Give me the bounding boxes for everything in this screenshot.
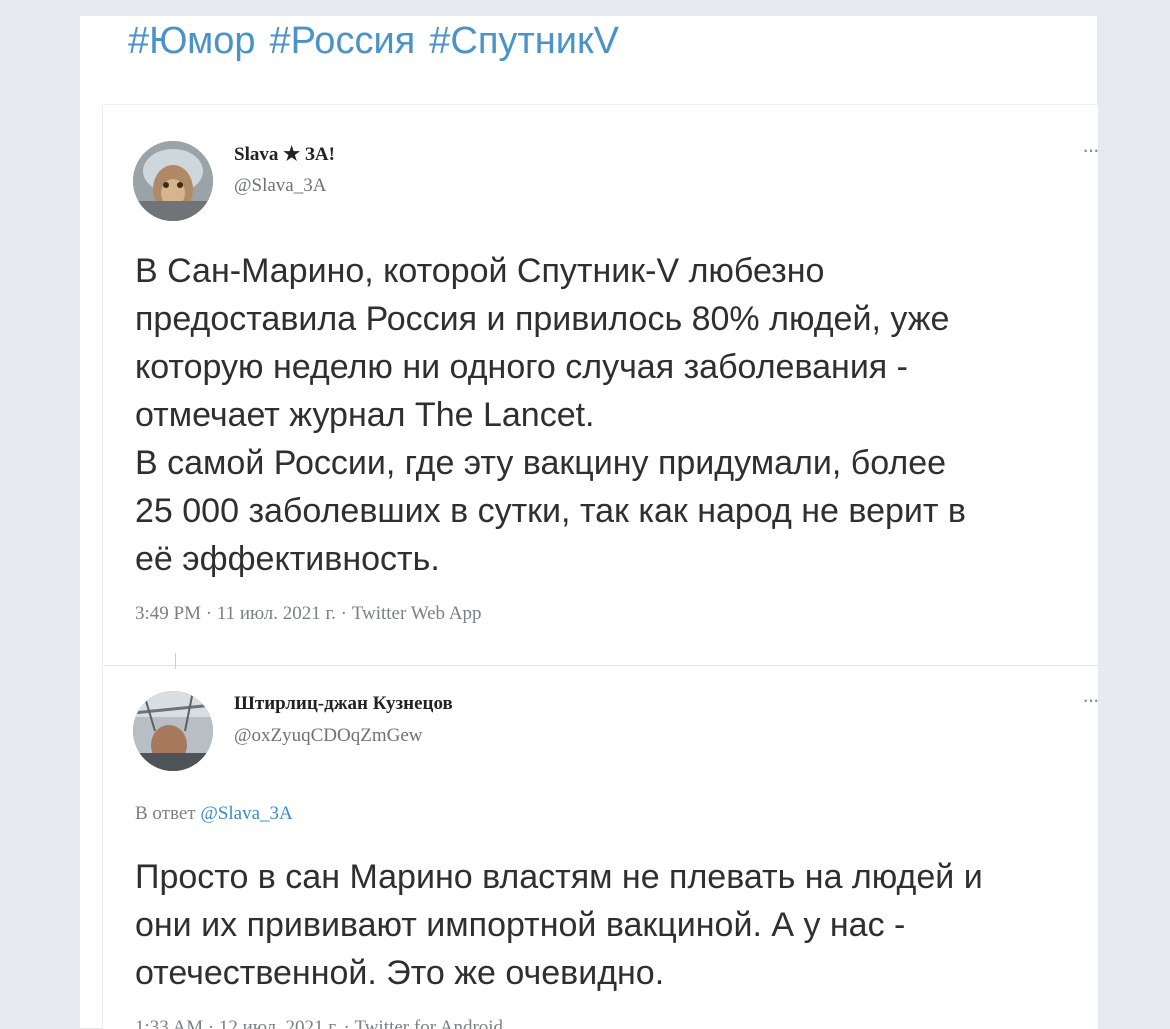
hashtag-russia[interactable]: #Россия bbox=[270, 20, 416, 62]
hashtag-line: #Юмор #Россия #СпутникV bbox=[128, 20, 633, 63]
telegram-post-card: #Юмор #Россия #СпутникV Slava ★ ЗА! @Slava… bbox=[80, 16, 1098, 1029]
display-name[interactable]: Штирлиц-джан Кузнецов bbox=[234, 693, 453, 715]
tweet-timestamp: 1:33 AM · 12 июл. 2021 г. · Twitter for … bbox=[135, 1017, 504, 1029]
tweet-reply: Штирлиц-джан Кузнецов @oxZyuqCDOqZmGew ·… bbox=[103, 665, 1098, 1029]
tweet-timestamp: 3:49 PM · 11 июл. 2021 г. · Twitter Web … bbox=[135, 603, 482, 624]
more-options-icon[interactable]: ··· bbox=[1082, 687, 1098, 713]
reply-to-line: В ответ @Slava_3A bbox=[135, 803, 293, 825]
tweet-text: В Сан-Марино, которой Спутник-V любезно … bbox=[135, 252, 966, 578]
user-handle[interactable]: @Slava_3A bbox=[234, 175, 326, 197]
hashtag-humor[interactable]: #Юмор bbox=[128, 20, 256, 62]
tweet-screenshot-image[interactable]: Slava ★ ЗА! @Slava_3A ··· В Сан-Марино, … bbox=[102, 104, 1098, 1029]
avatar-photo-image bbox=[133, 691, 213, 771]
display-name[interactable]: Slava ★ ЗА! bbox=[234, 143, 335, 166]
tweet-original: Slava ★ ЗА! @Slava_3A ··· В Сан-Марино, … bbox=[103, 105, 1098, 665]
user-handle[interactable]: @oxZyuqCDOqZmGew bbox=[234, 725, 422, 747]
avatar[interactable] bbox=[133, 691, 213, 771]
more-options-icon[interactable]: ··· bbox=[1082, 137, 1098, 163]
avatar-monkey-image bbox=[133, 141, 213, 221]
avatar[interactable] bbox=[133, 141, 213, 221]
hashtag-sputnik[interactable]: #СпутникV bbox=[429, 20, 619, 62]
reply-prefix: В ответ bbox=[135, 803, 196, 824]
reply-mention-link[interactable]: @Slava_3A bbox=[200, 803, 292, 824]
tweet-text: Просто в сан Марино властям не плевать н… bbox=[135, 858, 983, 992]
